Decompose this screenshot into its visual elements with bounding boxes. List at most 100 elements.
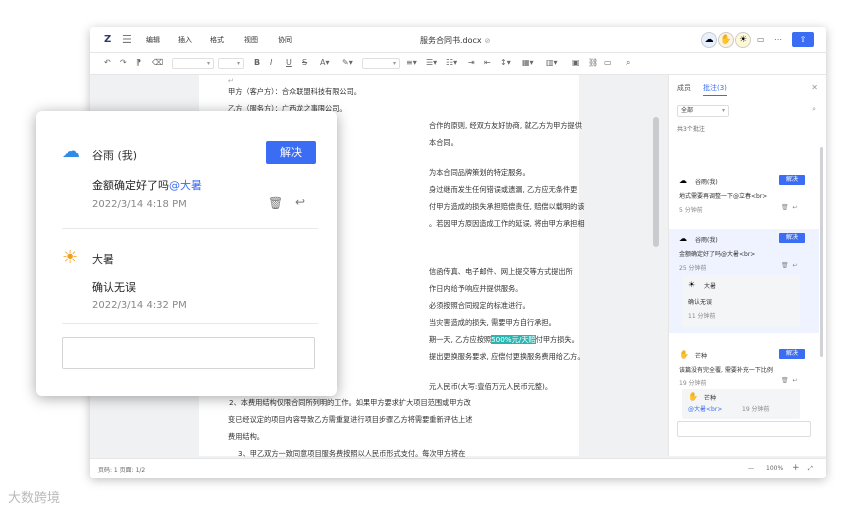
numbered-list-icon[interactable]: ☷▾ <box>446 58 457 67</box>
undo-icon[interactable]: ↶ <box>104 58 111 67</box>
doc-line[interactable]: 本合同。 <box>429 138 458 148</box>
doc-line[interactable]: 必须按照合同规定的标准进行。 <box>429 301 530 311</box>
comment-count: 共3个批注 <box>677 126 705 133</box>
indent-icon[interactable]: ⇥ <box>468 58 475 67</box>
panel-scrollbar[interactable] <box>820 147 823 357</box>
trash-icon[interactable]: 🗑 <box>781 377 789 384</box>
bold-button[interactable]: B <box>254 58 260 67</box>
underline-button[interactable]: U <box>286 58 292 67</box>
border-icon[interactable]: ▥▾ <box>546 58 558 67</box>
highlighted-text[interactable]: 500%元/天赔 <box>491 335 536 344</box>
fullscreen-icon[interactable]: ⤢ <box>808 465 813 473</box>
doc-line[interactable]: 。若因甲方原因造成工作的延误, 将由甲方承担相 <box>429 219 585 229</box>
trash-icon[interactable]: 🗑 <box>781 204 789 211</box>
italic-button[interactable]: I <box>270 58 272 67</box>
tab-comments[interactable]: 批注(3) <box>703 83 727 96</box>
raincloud-avatar-icon: ☁ <box>679 176 687 185</box>
comments-panel: 成员 批注(3) ✕ 全部 ▾ ⌕ 共3个批注 ☁ 谷雨(我) 解决 地式需要再调… <box>668 75 826 456</box>
font-family-select[interactable]: ▾ <box>172 58 214 69</box>
comment-text: 金额确定好了吗@大暑<br> <box>679 251 756 258</box>
tab-members[interactable]: 成员 <box>677 83 691 93</box>
comment-icon[interactable]: ▭ <box>757 35 765 44</box>
reply-text: @大暑<br> <box>688 406 723 413</box>
comment-card[interactable]: ☁ 谷雨(我) 解决 地式需要再调整一下@立春<br> 5 分钟前 🗑 ↩ <box>669 171 819 221</box>
search-icon[interactable]: ⌕ <box>812 105 816 114</box>
reply-text: 确认无误 <box>92 281 136 294</box>
hamburger-icon[interactable]: ☰ <box>122 33 132 46</box>
hand-avatar-icon: ✋ <box>679 350 689 359</box>
font-size-select[interactable]: ▾ <box>218 58 244 69</box>
divider <box>62 228 318 229</box>
menu-insert[interactable]: 插入 <box>178 35 192 45</box>
comment-filter-select[interactable]: 全部 ▾ <box>677 105 729 117</box>
comment-input[interactable] <box>677 421 811 437</box>
menu-view[interactable]: 视图 <box>244 35 258 45</box>
resolve-button[interactable]: 解决 <box>266 141 316 164</box>
sun-avatar-icon[interactable]: ☀ <box>735 32 751 48</box>
comment-actions: 🗑 ↩ <box>781 262 797 269</box>
menu-edit[interactable]: 编辑 <box>146 35 160 45</box>
more-icon[interactable]: ⋯ <box>774 35 782 44</box>
trash-icon[interactable]: 🗑 <box>781 262 789 269</box>
reply-icon[interactable]: ↩ <box>792 204 797 211</box>
doc-line[interactable]: 作日内给予响应并提供服务。 <box>429 284 522 294</box>
strike-button[interactable]: S <box>302 58 307 67</box>
doc-line[interactable]: 合作的原则, 经双方友好协商, 就乙方为甲方提供 <box>429 121 582 131</box>
redo-icon[interactable]: ↷ <box>120 58 127 67</box>
outdent-icon[interactable]: ⇤ <box>484 58 491 67</box>
doc-line[interactable]: 当灾害造成的损失, 需要甲方自行承担。 <box>429 318 556 328</box>
comment-card[interactable]: ✋ 芒种 解决 该篇没有完全覆, 需要补充一下比例 19 分钟前 🗑 ↩ ✋ 芒… <box>669 345 819 419</box>
line-spacing-icon[interactable]: ↕▾ <box>500 58 511 67</box>
align-icon[interactable]: ≡▾ <box>406 58 417 67</box>
raincloud-avatar-icon: ☁ <box>62 141 80 162</box>
resolve-button[interactable]: 解决 <box>779 349 805 359</box>
raincloud-avatar-icon[interactable]: ☁ <box>701 32 717 48</box>
hand-avatar-icon[interactable]: ✋ <box>718 32 734 48</box>
font-color-icon[interactable]: A▾ <box>320 58 330 67</box>
menu-format[interactable]: 格式 <box>210 35 224 45</box>
screen: Z ☰ 编辑 插入 格式 视图 协同 服务合同书.docx ⊘ ☁ ✋ ☀ ▭ ⋯… <box>0 0 860 516</box>
reply-text: 确认无误 <box>688 299 713 306</box>
insert-table-icon[interactable]: ▦▾ <box>522 58 534 67</box>
format-painter-icon[interactable]: ⁋ <box>136 58 141 67</box>
highlight-icon[interactable]: ✎▾ <box>342 58 353 67</box>
doc-line[interactable]: 信函传真、电子邮件、网上提交等方式提出所 <box>429 267 573 277</box>
doc-line[interactable]: 费用结构。 <box>228 432 264 442</box>
search-icon[interactable]: ⌕ <box>626 58 630 68</box>
doc-line[interactable]: 元人民币(大写:壹佰万元人民币元整)。 <box>429 382 552 392</box>
zoom-in-button[interactable]: + <box>792 463 800 473</box>
scrollbar-thumb[interactable] <box>653 117 659 247</box>
image-icon[interactable]: ▣ <box>572 58 580 67</box>
comment-card-selected[interactable]: ☁ 谷雨(我) 解决 金额确定好了吗@大暑<br> 25 分钟前 🗑 ↩ ☀ 大… <box>669 229 819 333</box>
divider <box>62 323 318 324</box>
link-icon[interactable]: ⛓ <box>588 58 598 67</box>
comment-popup: ☁ 谷雨 (我) 解决 金额确定好了吗@大暑 2022/3/14 4:18 PM… <box>36 111 337 396</box>
reply-input[interactable] <box>62 337 315 369</box>
zoom-out-button[interactable]: — <box>748 465 754 472</box>
resolve-button[interactable]: 解决 <box>779 175 805 185</box>
reply-icon[interactable]: ↩ <box>792 262 797 269</box>
comment-add-icon[interactable]: ▭ <box>604 58 612 67</box>
trash-icon[interactable]: 🗑 <box>268 196 283 210</box>
resolve-button[interactable]: 解决 <box>779 233 805 243</box>
doc-line[interactable]: 为本合同品牌策划的特定服务。 <box>429 168 530 178</box>
reply-icon[interactable]: ↩ <box>295 195 305 209</box>
doc-line-highlighted[interactable]: 期一天, 乙方应按照500%元/天赔付甲方损失。 <box>429 335 579 345</box>
share-button[interactable]: ⇧ <box>792 32 814 47</box>
doc-line[interactable]: 身过继而发生任何错误或遗漏, 乙方应无条件更 <box>429 185 577 195</box>
document-scrollbar[interactable] <box>652 75 660 456</box>
mention-link[interactable]: @大暑 <box>169 179 202 192</box>
doc-line[interactable]: 甲方（客户方）：合众联盟科技有限公司。 <box>228 87 361 97</box>
doc-line[interactable]: 变已经议定的项目内容导致乙方需重复进行项目步骤乙方将需要重新评估上述 <box>228 415 472 425</box>
doc-line[interactable]: 提出更换服务要求, 应偿付更换服务费用给乙方。 <box>429 352 585 362</box>
menu-collab[interactable]: 协同 <box>278 35 292 45</box>
style-select[interactable]: ▾ <box>362 58 400 69</box>
bullet-list-icon[interactable]: ☰▾ <box>426 58 437 67</box>
comment-author: 谷雨(我) <box>695 179 718 186</box>
close-icon[interactable]: ✕ <box>811 83 818 92</box>
clear-format-icon[interactable]: ⌫ <box>152 58 163 67</box>
comment-time: 5 分钟前 <box>679 207 703 214</box>
reply-icon[interactable]: ↩ <box>792 377 797 384</box>
doc-line[interactable]: 付甲方造成的损失承担赔偿责任, 赔偿以载明的该 <box>429 202 585 212</box>
doc-line[interactable]: 2、本费用结构仅限合同所列明的工作。如果甲方要求扩大项目范围或甲方改 <box>229 398 471 408</box>
